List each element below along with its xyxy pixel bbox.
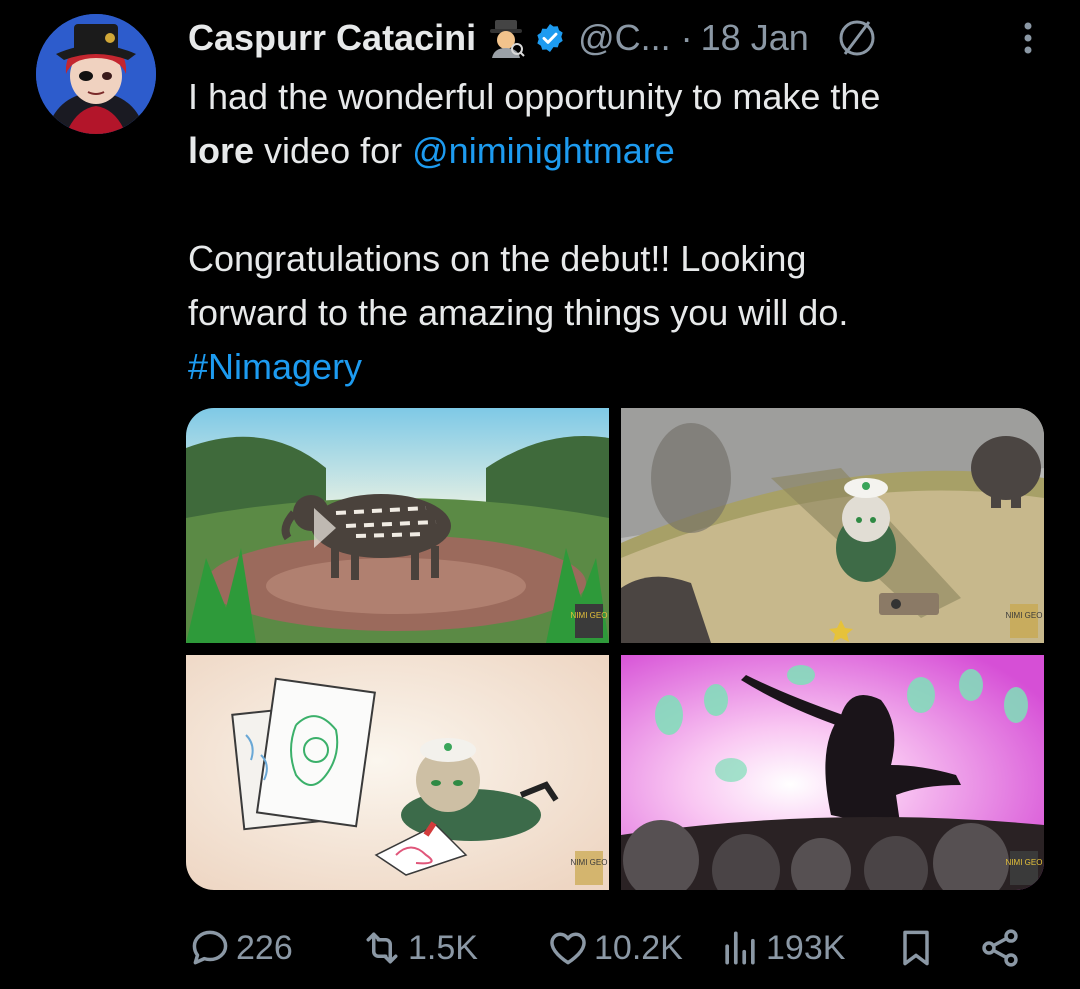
author-handle[interactable]: @C... xyxy=(578,17,671,59)
views-button[interactable]: 193K xyxy=(718,920,845,976)
reply-icon xyxy=(192,930,228,965)
post-line-4: forward to the amazing things you will d… xyxy=(188,292,849,333)
author-avatar[interactable] xyxy=(36,14,156,134)
separator-dot: · xyxy=(680,17,693,58)
like-count: 10.2K xyxy=(594,928,683,967)
tweet-header: Caspurr Catacini @C... · 18 Jan xyxy=(188,10,1048,66)
media-image-1[interactable]: NIMI GEO xyxy=(186,408,609,643)
repost-count: 1.5K xyxy=(408,928,478,967)
watermark-2: NIMI GEO xyxy=(1006,611,1043,620)
media-image-3[interactable]: NIMI GEO xyxy=(186,655,609,890)
share-icon xyxy=(982,929,1018,967)
no-entry-icon xyxy=(835,16,879,60)
action-bar: 226 1.5K 10.2K 193K xyxy=(188,920,1028,976)
heart-icon xyxy=(550,932,586,965)
media-image-2[interactable]: NIMI GEO xyxy=(621,408,1044,643)
media-grid: NIMI GEO NIMI GEO NIMI GEO NIMI GEO xyxy=(186,408,1044,890)
author-name[interactable]: Caspurr Catacini xyxy=(188,17,476,59)
share-button[interactable] xyxy=(978,920,1022,976)
views-count: 193K xyxy=(766,928,846,967)
hashtag-link[interactable]: #Nimagery xyxy=(188,346,362,387)
views-chart-icon xyxy=(725,931,755,965)
watermark-3: NIMI GEO xyxy=(571,858,608,867)
media-image-4[interactable]: NIMI GEO xyxy=(621,655,1044,890)
post-line-2: lore video for @niminightmare xyxy=(188,124,1028,178)
reply-count: 226 xyxy=(236,928,293,967)
mention-link[interactable]: @niminightmare xyxy=(412,130,675,171)
bold-word: lore xyxy=(188,130,255,171)
post-line-2-text: video for xyxy=(254,130,413,171)
watermark-4: NIMI GEO xyxy=(1006,858,1043,867)
post-line-1: I had the wonderful opportunity to make … xyxy=(188,76,881,117)
reply-button[interactable]: 226 xyxy=(188,920,293,976)
post-line-3: Congratulations on the debut!! Looking xyxy=(188,238,807,279)
repost-button[interactable]: 1.5K xyxy=(360,920,478,976)
avatar-character-icon xyxy=(36,14,156,134)
bookmark-button[interactable] xyxy=(894,920,938,976)
like-button[interactable]: 10.2K xyxy=(546,920,683,976)
verified-badge-icon[interactable] xyxy=(534,22,566,54)
post-text: I had the wonderful opportunity to make … xyxy=(188,70,1028,394)
bookmark-icon xyxy=(903,930,929,966)
repost-icon xyxy=(366,932,398,964)
more-options-icon[interactable] xyxy=(1008,18,1048,58)
detective-emoji-icon xyxy=(486,18,526,58)
post-date[interactable]: 18 Jan xyxy=(701,17,809,59)
watermark-1: NIMI GEO xyxy=(571,611,608,620)
